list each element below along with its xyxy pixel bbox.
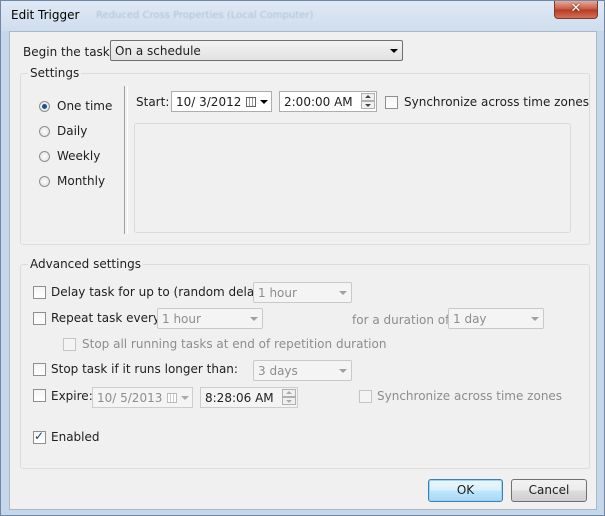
close-icon: ✕ [570, 1, 582, 16]
stop-if-longer-label[interactable]: Stop task if it runs longer than: [51, 362, 238, 376]
duration-dropdown[interactable]: 1 day [448, 308, 544, 329]
chevron-down-icon [250, 317, 258, 321]
recurrence-panel [134, 123, 571, 233]
begin-task-value: On a schedule [115, 44, 201, 58]
stop-if-longer-value: 3 days [258, 364, 298, 378]
calendar-icon[interactable] [167, 393, 177, 403]
start-time-field[interactable]: 2:00:00 AM [279, 91, 377, 112]
expire-date-value: 10/ 5/2013 [97, 391, 163, 405]
sync-time-zones-label[interactable]: Synchronize across time zones [404, 95, 589, 109]
spin-up-icon[interactable] [282, 389, 296, 397]
expire-time-spinner[interactable] [282, 389, 296, 406]
settings-divider [124, 86, 128, 234]
start-date-value: 10/ 3/2012 [176, 95, 242, 109]
settings-legend: Settings [28, 66, 82, 80]
start-time-spinner[interactable] [361, 93, 375, 110]
repeat-checkbox[interactable] [33, 312, 46, 325]
window-title: Edit Trigger [11, 8, 80, 22]
expire-sync-time-zones-checkbox[interactable] [359, 390, 372, 403]
radio-weekly[interactable] [39, 151, 50, 162]
cancel-button[interactable]: Cancel [511, 479, 587, 502]
radio-label-monthly[interactable]: Monthly [57, 174, 105, 188]
expire-label[interactable]: Expire: [51, 389, 93, 403]
advanced-settings-legend: Advanced settings [28, 257, 143, 271]
chevron-down-icon[interactable] [181, 396, 189, 400]
start-time-value: 2:00:00 AM [284, 95, 353, 109]
edit-trigger-dialog: Edit Trigger Reduced Cross Properties (L… [0, 0, 605, 516]
checkmark-icon: ✓ [34, 429, 45, 443]
radio-monthly[interactable] [39, 176, 50, 187]
expire-checkbox[interactable] [33, 389, 46, 402]
start-date-picker[interactable]: 10/ 3/2012 [171, 91, 272, 112]
radio-label-daily[interactable]: Daily [57, 124, 87, 138]
enabled-checkbox[interactable]: ✓ [33, 429, 46, 444]
chevron-down-icon [531, 317, 539, 321]
stop-if-longer-dropdown[interactable]: 3 days [253, 360, 352, 381]
expire-date-picker[interactable]: 10/ 5/2013 [92, 387, 193, 408]
spin-down-icon[interactable] [282, 397, 296, 405]
spin-down-icon[interactable] [361, 101, 375, 109]
calendar-icon[interactable] [246, 97, 256, 107]
stop-running-tasks-checkbox[interactable] [63, 338, 76, 351]
radio-label-weekly[interactable]: Weekly [57, 149, 100, 163]
start-label: Start: [136, 95, 170, 109]
spin-up-icon[interactable] [361, 93, 375, 101]
delay-label[interactable]: Delay task for up to (random delay): [51, 285, 270, 299]
duration-label: for a duration of: [352, 313, 453, 327]
title-bar[interactable]: Edit Trigger Reduced Cross Properties (L… [1, 1, 604, 31]
delay-dropdown[interactable]: 1 hour [253, 282, 352, 303]
stop-if-longer-checkbox[interactable] [33, 363, 46, 376]
stop-running-tasks-label[interactable]: Stop all running tasks at end of repetit… [82, 337, 386, 351]
radio-one-time[interactable] [39, 101, 50, 112]
expire-time-field[interactable]: 8:28:06 AM [200, 387, 298, 408]
expire-time-value: 8:28:06 AM [205, 391, 274, 405]
repeat-interval-dropdown[interactable]: 1 hour [157, 308, 263, 329]
sync-time-zones-checkbox[interactable] [385, 96, 398, 109]
ok-button[interactable]: OK [428, 479, 503, 502]
duration-value: 1 day [453, 312, 487, 326]
chevron-down-icon[interactable] [260, 100, 268, 104]
expire-sync-time-zones-label[interactable]: Synchronize across time zones [377, 389, 562, 403]
chevron-down-icon [390, 49, 398, 53]
background-window-title: Reduced Cross Properties (Local Computer… [96, 10, 314, 21]
radio-daily[interactable] [39, 126, 50, 137]
enabled-label[interactable]: Enabled [51, 430, 100, 444]
chevron-down-icon [339, 291, 347, 295]
radio-label-one-time[interactable]: One time [57, 99, 112, 113]
close-button[interactable]: ✕ [554, 1, 598, 19]
dialog-body: Begin the task: On a schedule Settings O… [9, 31, 597, 510]
delay-value: 1 hour [258, 286, 297, 300]
repeat-label[interactable]: Repeat task every: [51, 311, 163, 325]
repeat-interval-value: 1 hour [162, 312, 201, 326]
begin-task-dropdown[interactable]: On a schedule [110, 40, 403, 61]
delay-checkbox[interactable] [33, 286, 46, 299]
chevron-down-icon [339, 369, 347, 373]
begin-task-label: Begin the task: [23, 45, 114, 59]
